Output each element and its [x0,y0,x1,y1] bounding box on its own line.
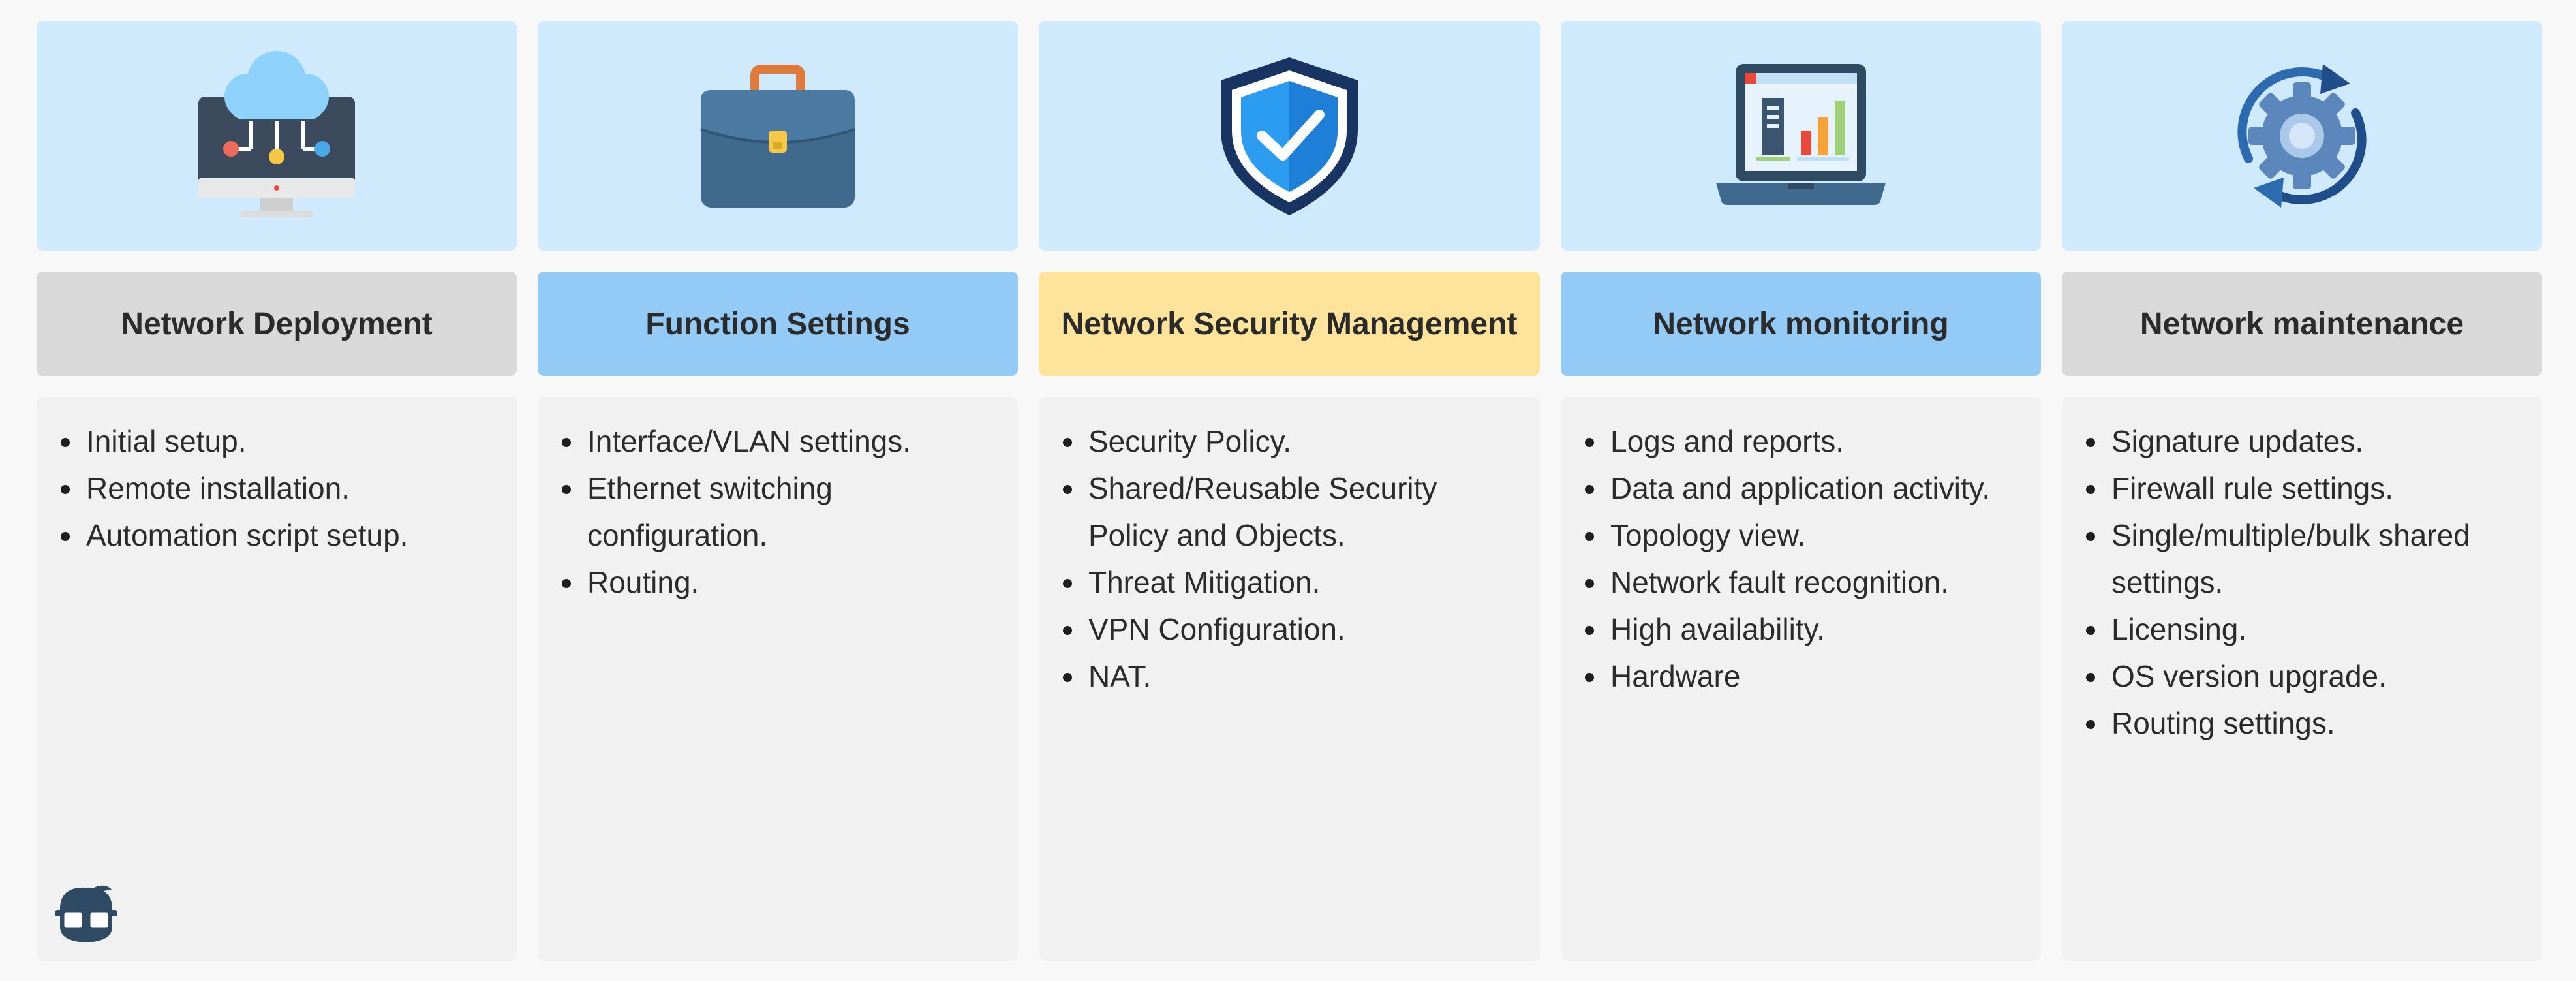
shield-check-icon [1221,57,1358,215]
feature-list: Signature updates. Firewall rule setting… [2062,397,2542,747]
list-item: Shared/Reusable Security Policy and Obje… [1086,465,1514,559]
feature-columns: Network Deployment Initial setup. Remote… [37,21,2542,961]
nerd-mascot-icon [55,885,117,942]
column-title: Network monitoring [1561,272,2041,376]
list-item: NAT. [1086,653,1514,700]
list-item: Routing settings. [2109,700,2516,747]
column-content: Logs and reports. Data and application a… [1561,397,2041,961]
list-item: Initial setup. [84,418,491,465]
list-item: Licensing. [2109,606,2516,653]
column-network-maintenance: Network maintenance Signature updates. F… [2062,21,2542,961]
list-item: OS version upgrade. [2109,653,2516,700]
column-title: Function Settings [538,272,1018,376]
list-item: Threat Mitigation. [1086,559,1514,606]
list-item: Data and application activity. [1608,465,2015,512]
list-item: Remote installation. [84,465,491,512]
list-item: VPN Configuration. [1086,606,1514,653]
list-item: Firewall rule settings. [2109,465,2516,512]
feature-list: Interface/VLAN settings. Ethernet switch… [538,397,1018,606]
list-item: Single/multiple/bulk shared settings. [2109,512,2516,606]
briefcase-icon [700,65,855,208]
list-item: High availability. [1608,606,2015,653]
list-item: Automation script setup. [84,512,491,559]
column-function-settings: Function Settings Interface/VLAN setting… [538,21,1018,961]
column-title: Network Security Management [1039,272,1540,376]
column-content: Security Policy. Shared/Reusable Securit… [1039,397,1540,961]
list-item: Ethernet switching configuration. [585,465,992,559]
column-content: Interface/VLAN settings. Ethernet switch… [538,397,1018,961]
laptop-chart-icon [1716,64,1886,205]
column-title: Network maintenance [2062,272,2542,376]
icon-panel [2062,21,2542,251]
icon-panel [1561,21,2041,251]
column-title: Network Deployment [37,272,517,376]
icon-panel [37,21,517,251]
feature-list: Initial setup. Remote installation. Auto… [37,397,517,559]
list-item: Signature updates. [2109,418,2516,465]
gear-refresh-icon [2237,64,2367,208]
column-content: Initial setup. Remote installation. Auto… [37,397,517,961]
column-network-deployment: Network Deployment Initial setup. Remote… [37,21,517,961]
list-item: Routing. [585,559,992,606]
icon-panel [1039,21,1540,251]
column-network-security-management: Network Security Management Security Pol… [1039,21,1540,961]
list-item: Network fault recognition. [1608,559,2015,606]
column-content: Signature updates. Firewall rule setting… [2062,397,2542,961]
feature-list: Security Policy. Shared/Reusable Securit… [1039,397,1540,700]
list-item: Security Policy. [1086,418,1514,465]
cloud-computer-icon [198,51,355,217]
feature-list: Logs and reports. Data and application a… [1561,397,2041,700]
list-item: Logs and reports. [1608,418,2015,465]
list-item: Interface/VLAN settings. [585,418,992,465]
list-item: Hardware [1608,653,2015,700]
column-network-monitoring: Network monitoring Logs and reports. Dat… [1561,21,2041,961]
icon-panel [538,21,1018,251]
list-item: Topology view. [1608,512,2015,559]
